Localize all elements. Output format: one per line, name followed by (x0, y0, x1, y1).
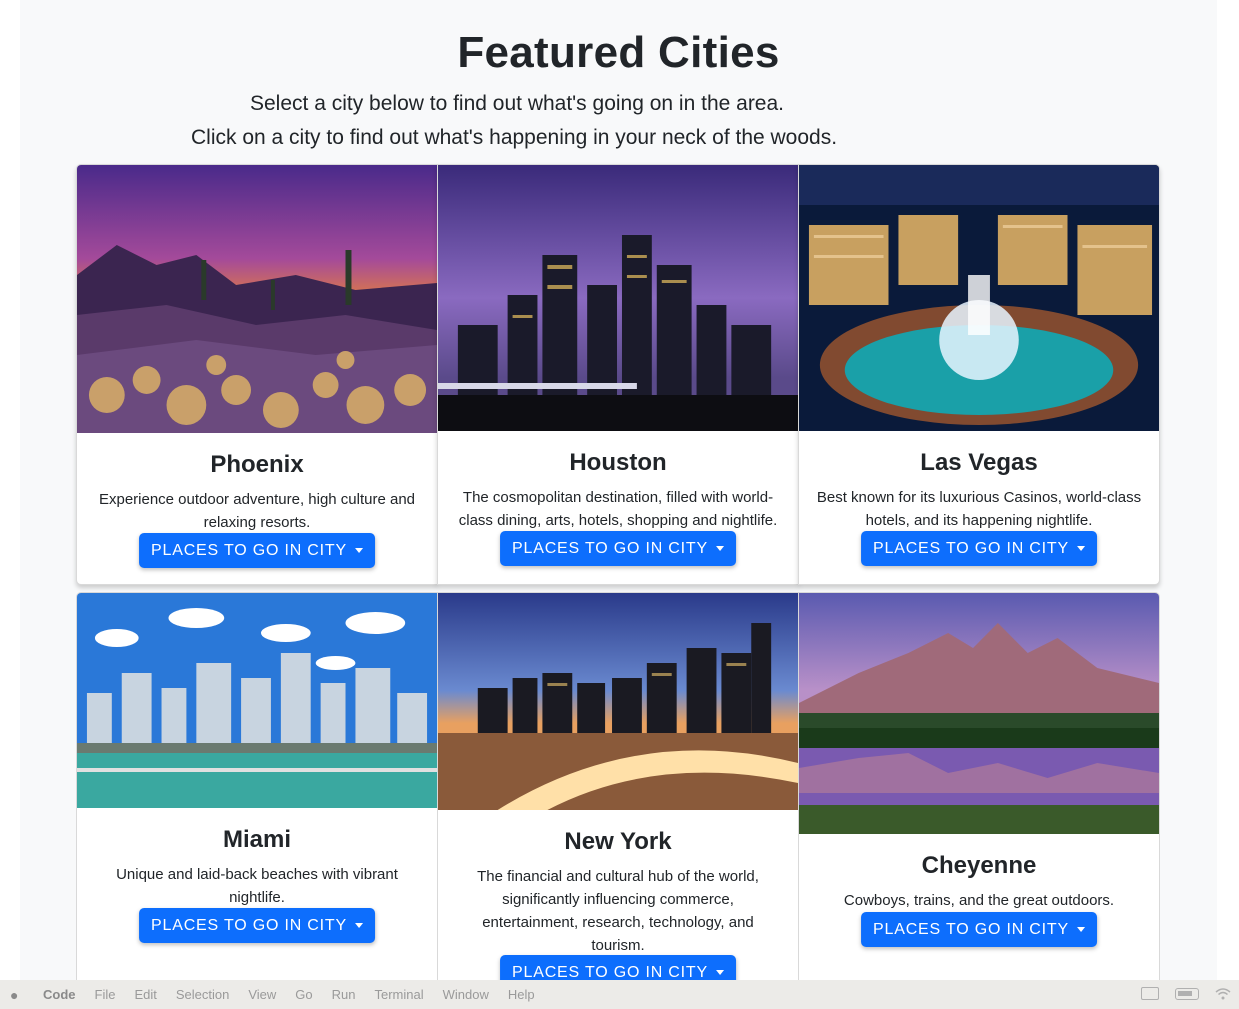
houston-photo[interactable] (438, 165, 798, 431)
caret-down-icon (1076, 546, 1085, 551)
places-dropdown-button[interactable]: PLACES TO GO IN CITY (861, 912, 1097, 947)
places-dropdown-button[interactable]: PLACES TO GO IN CITY (861, 531, 1097, 566)
featured-cities-page: Featured Cities Select a city below to f… (20, 0, 1217, 980)
menu-app-name[interactable]: Code (43, 987, 76, 1002)
screen-mirroring-icon[interactable] (1141, 987, 1159, 1000)
apple-logo-icon[interactable]: ● (10, 988, 24, 1002)
city-name: Phoenix (210, 451, 304, 478)
button-label: PLACES TO GO IN CITY (512, 963, 708, 981)
button-label: PLACES TO GO IN CITY (873, 920, 1069, 938)
wifi-icon[interactable] (1215, 987, 1231, 1000)
miami-photo[interactable] (77, 593, 437, 808)
city-description: Unique and laid-back beaches with vibran… (116, 866, 398, 906)
caret-down-icon (354, 923, 363, 928)
page-subtitle-line1: Select a city below to find out what's g… (250, 92, 785, 115)
city-name: New York (564, 828, 672, 855)
phoenix-photo[interactable] (77, 165, 437, 433)
button-label: PLACES TO GO IN CITY (873, 539, 1069, 557)
las-vegas-photo[interactable] (799, 165, 1159, 431)
city-description: The financial and cultural hub of the wo… (477, 868, 759, 954)
city-name: Miami (222, 826, 291, 853)
button-label: PLACES TO GO IN CITY (512, 539, 708, 557)
city-card-phoenix[interactable]: Phoenix Experience outdoor adventure, hi… (76, 164, 438, 585)
city-description: Cowboys, trains, and the great outdoors. (843, 892, 1115, 909)
macos-menubar: ● Code File Edit Selection View Go Run T… (0, 980, 1239, 1009)
caret-down-icon (354, 548, 363, 553)
places-dropdown-button[interactable]: PLACES TO GO IN CITY (500, 955, 736, 980)
menu-selection[interactable]: Selection (176, 987, 229, 1002)
menu-run[interactable]: Run (332, 987, 356, 1002)
caret-down-icon (1076, 927, 1085, 932)
city-card-houston[interactable]: Houston The cosmopolitan destination, fi… (437, 164, 799, 585)
menu-window[interactable]: Window (443, 987, 489, 1002)
battery-icon[interactable] (1175, 987, 1199, 1000)
city-card-miami[interactable]: Miami Unique and laid-back beaches with … (76, 592, 438, 980)
button-label: PLACES TO GO IN CITY (151, 916, 347, 934)
button-label: PLACES TO GO IN CITY (151, 541, 347, 559)
city-name: Las Vegas (920, 449, 1038, 476)
city-card-new-york[interactable]: New York The financial and cultural hub … (437, 592, 799, 980)
city-description: The cosmopolitan destination, filled wit… (458, 489, 778, 529)
page-title: Featured Cities (457, 28, 780, 77)
new-york-photo[interactable] (438, 593, 798, 810)
city-name: Cheyenne (921, 852, 1037, 879)
menu-go[interactable]: Go (295, 987, 312, 1002)
cheyenne-photo[interactable] (799, 593, 1159, 834)
city-name: Houston (569, 449, 667, 476)
city-card-cheyenne[interactable]: Cheyenne Cowboys, trains, and the great … (798, 592, 1160, 980)
city-description: Best known for its luxurious Casinos, wo… (816, 489, 1142, 529)
menu-file[interactable]: File (95, 987, 116, 1002)
city-description: Experience outdoor adventure, high cultu… (98, 491, 416, 531)
city-card-las-vegas[interactable]: Las Vegas Best known for its luxurious C… (798, 164, 1160, 585)
places-dropdown-button[interactable]: PLACES TO GO IN CITY (139, 908, 375, 943)
menu-terminal[interactable]: Terminal (375, 987, 424, 1002)
menu-help[interactable]: Help (508, 987, 535, 1002)
caret-down-icon (715, 546, 724, 551)
caret-down-icon (715, 970, 724, 975)
menu-edit[interactable]: Edit (134, 987, 156, 1002)
places-dropdown-button[interactable]: PLACES TO GO IN CITY (139, 533, 375, 568)
menu-view[interactable]: View (248, 987, 276, 1002)
menubar-tray (1141, 987, 1231, 1000)
page-subtitle-line2: Click on a city to find out what's happe… (191, 126, 838, 149)
places-dropdown-button[interactable]: PLACES TO GO IN CITY (500, 531, 736, 566)
